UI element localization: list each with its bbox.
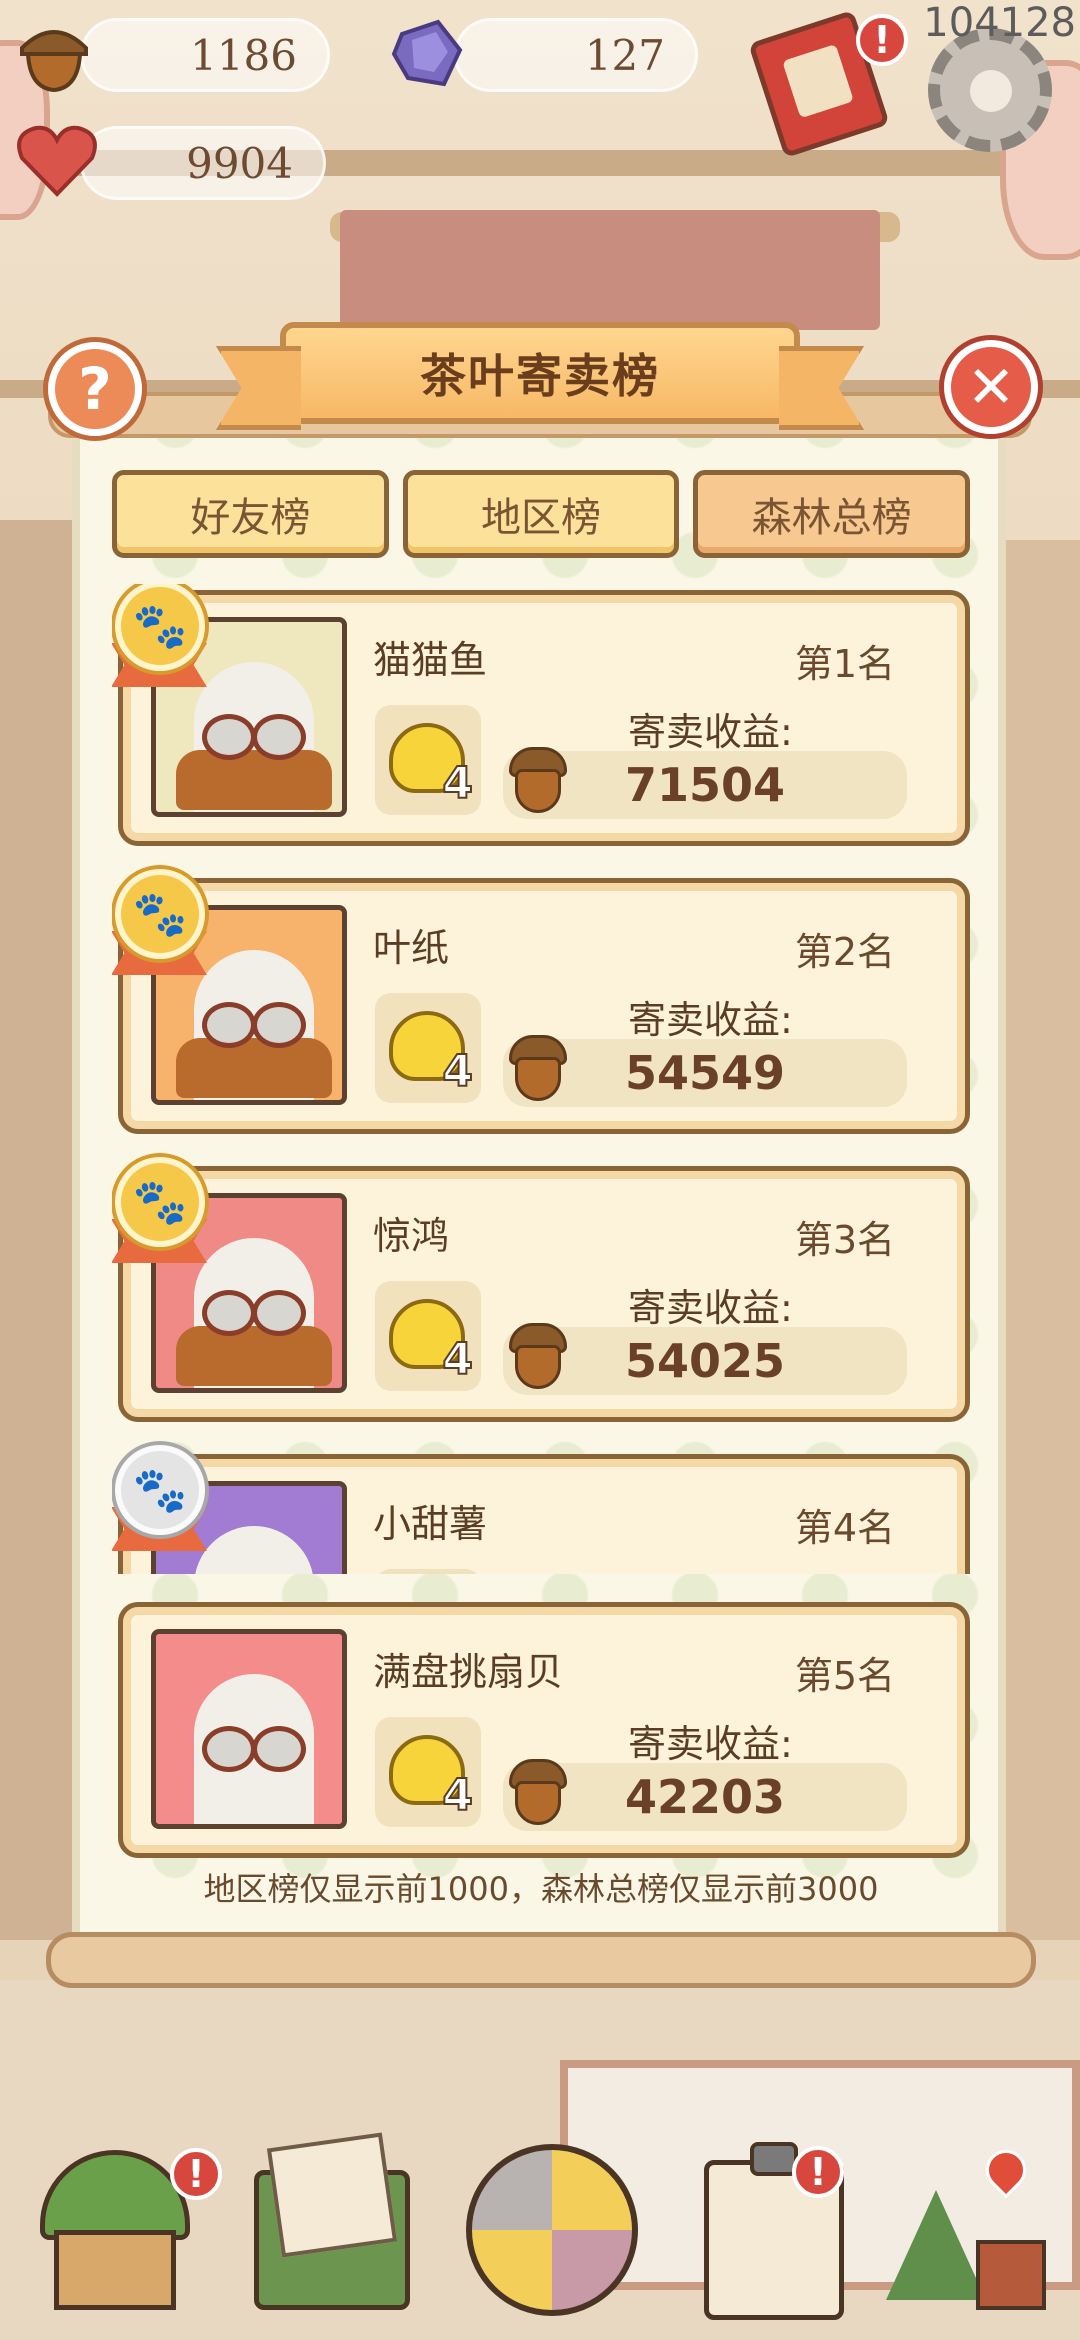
rank-label: 第4名 bbox=[794, 1506, 895, 1550]
rank-label: 第5名 bbox=[794, 1654, 895, 1698]
acorn-icon bbox=[505, 1319, 571, 1391]
rank-label: 第2名 bbox=[794, 930, 895, 974]
income-label: 寄卖收益: bbox=[628, 1722, 793, 1766]
settings-gear-icon[interactable] bbox=[928, 28, 1052, 152]
gold-medal-icon: 🐾 bbox=[115, 584, 205, 671]
ranking-row[interactable]: 🐾 叶纸 第2名 4 寄卖收益: 54549 bbox=[112, 869, 970, 1134]
tab-friends[interactable]: 好友榜 bbox=[112, 470, 389, 558]
player-name: 叶纸 bbox=[373, 926, 450, 970]
ranking-row[interactable]: 🐾 惊鸿 第3名 4 寄卖收益: 54025 bbox=[112, 1157, 970, 1422]
map-pin-icon bbox=[977, 2141, 1035, 2199]
close-button[interactable]: ✕ bbox=[944, 340, 1038, 434]
tab-forest-total[interactable]: 森林总榜 bbox=[693, 470, 971, 558]
gold-medal-icon: 🐾 bbox=[115, 1157, 205, 1247]
income-label: 寄卖收益: bbox=[628, 998, 793, 1042]
tab-region[interactable]: 地区榜 bbox=[402, 470, 680, 558]
house-icon bbox=[40, 2150, 190, 2240]
leaderboard-title: 茶叶寄卖榜 bbox=[280, 322, 800, 424]
gem-icon bbox=[388, 14, 468, 105]
home-alert-badge: ! bbox=[170, 2148, 222, 2200]
acorn-icon bbox=[505, 1031, 571, 1103]
gacha-ball-button[interactable] bbox=[466, 2144, 638, 2316]
acorn-icon bbox=[14, 14, 94, 105]
acorn-icon bbox=[505, 743, 571, 815]
scroll-bottom-rod bbox=[46, 1932, 1036, 1988]
my-ranking-row[interactable]: 满盘挑扇贝 第5名 4 寄卖收益: 42203 bbox=[118, 1602, 976, 1858]
player-name: 小甜薯 bbox=[373, 1502, 488, 1546]
player-name: 惊鸿 bbox=[373, 1214, 450, 1258]
teapot-level: 4 bbox=[441, 1333, 474, 1386]
acorn-count: 1186 bbox=[80, 18, 330, 92]
heart-count: 9904 bbox=[80, 126, 326, 200]
map-nav-button[interactable] bbox=[876, 2130, 1046, 2320]
mail-nav-button[interactable] bbox=[250, 2130, 420, 2320]
income-label: 寄卖收益: bbox=[628, 1565, 793, 1574]
income-label: 寄卖收益: bbox=[628, 1286, 793, 1330]
teapot-level: 4 bbox=[441, 1045, 474, 1098]
teapot-icon: 4 bbox=[375, 1281, 481, 1391]
ranking-row[interactable]: 🐾 小甜薯 第4名 寄卖收益: bbox=[112, 1445, 970, 1574]
teapot-icon: 4 bbox=[375, 993, 481, 1103]
storybook-alert-badge: ! bbox=[856, 14, 908, 66]
leaderboard-footnote: 地区榜仅显示前1000，森林总榜仅显示前3000 bbox=[203, 1870, 879, 1908]
income-label: 寄卖收益: bbox=[628, 710, 793, 754]
ranking-list[interactable]: 🐾 猫猫鱼 第1名 4 寄卖收益: 71504 🐾 叶纸 第2名 4 寄卖收益:… bbox=[112, 584, 972, 1574]
ranking-row[interactable]: 满盘挑扇贝 第5名 4 寄卖收益: 42203 bbox=[118, 1602, 970, 1858]
rank-label: 第1名 bbox=[794, 642, 895, 686]
gem-count: 127 bbox=[454, 18, 698, 92]
id-counter: 104128 bbox=[923, 0, 1076, 46]
rank-label: 第3名 bbox=[794, 1218, 895, 1262]
player-name: 猫猫鱼 bbox=[373, 638, 488, 682]
player-name: 满盘挑扇贝 bbox=[373, 1650, 564, 1694]
teapot-icon: 4 bbox=[375, 705, 481, 815]
teapot-level: 4 bbox=[441, 757, 474, 810]
leaderboard-tabs: 好友榜 地区榜 森林总榜 bbox=[112, 470, 971, 558]
teapot-level: 4 bbox=[441, 1769, 474, 1822]
tree-icon bbox=[886, 2190, 986, 2300]
ranking-row[interactable]: 🐾 猫猫鱼 第1名 4 寄卖收益: 71504 bbox=[112, 584, 970, 846]
acorn-icon bbox=[505, 1755, 571, 1827]
avatar[interactable] bbox=[151, 1629, 347, 1829]
gold-medal-icon: 🐾 bbox=[115, 869, 205, 959]
heart-icon bbox=[14, 120, 100, 211]
teapot-icon bbox=[375, 1569, 481, 1574]
help-button[interactable]: ? bbox=[48, 342, 142, 436]
task-alert-badge: ! bbox=[792, 2146, 844, 2198]
silver-medal-icon: 🐾 bbox=[115, 1445, 205, 1535]
teapot-icon: 4 bbox=[375, 1717, 481, 1827]
